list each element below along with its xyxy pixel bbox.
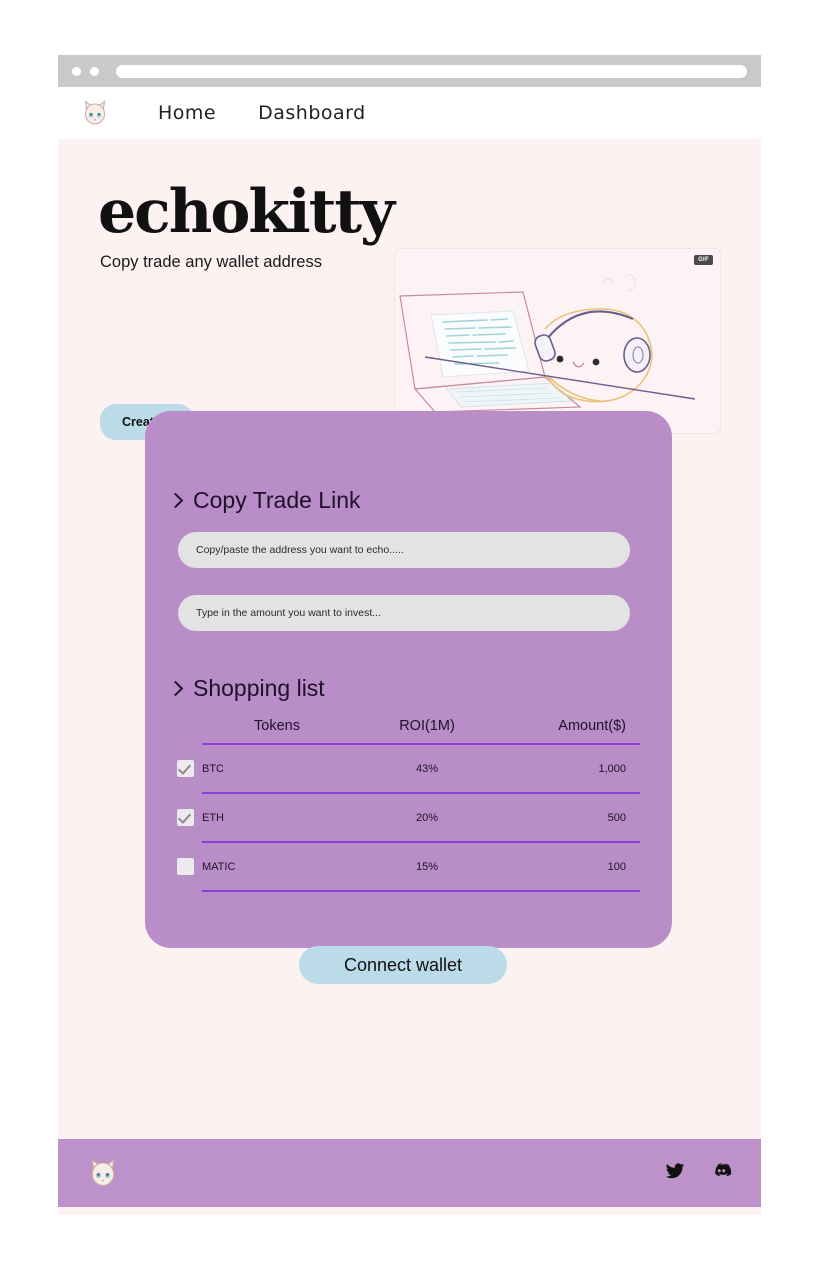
shopping-list-heading: Shopping list <box>193 675 325 701</box>
table-header-row: Tokens ROI(1M) Amount($) <box>168 718 640 745</box>
nav-links: Home Dashboard <box>158 102 366 124</box>
url-bar[interactable] <box>116 64 747 78</box>
page-body: echokitty Copy trade any wallet address … <box>58 139 761 1215</box>
token-name-matic: MATIC <box>202 842 352 892</box>
hero-tagline: Copy trade any wallet address <box>100 253 322 271</box>
window-dot-icon[interactable] <box>72 66 81 76</box>
page-title: echokitty <box>98 177 395 247</box>
table-header-tokens: Tokens <box>202 718 352 745</box>
token-roi-btc: 43% <box>352 744 502 794</box>
token-checkbox-btc[interactable] <box>176 760 194 777</box>
table-header-roi: ROI(1M) <box>352 718 502 745</box>
footer-socials <box>664 1161 733 1186</box>
table-row: MATIC 15% 100 <box>168 842 640 892</box>
cat-laptop-illustration-icon <box>399 274 696 413</box>
table-header-checkbox <box>168 718 202 744</box>
connect-wallet-button[interactable]: Connect wallet <box>299 946 507 984</box>
chevron-right-icon <box>167 492 184 509</box>
token-roi-eth: 20% <box>352 793 502 843</box>
browser-window: Home Dashboard echokitty Copy trade any … <box>58 55 761 1215</box>
nav-link-dashboard[interactable]: Dashboard <box>258 102 366 124</box>
chevron-right-icon <box>167 680 184 697</box>
browser-chrome <box>58 55 761 87</box>
token-name-btc: BTC <box>202 744 352 794</box>
echokitty-cat-logo-icon[interactable] <box>86 1156 120 1190</box>
token-amount-matic: 100 <box>502 842 640 892</box>
twitter-icon[interactable] <box>664 1161 686 1186</box>
token-name-eth: ETH <box>202 793 352 843</box>
token-roi-matic: 15% <box>352 842 502 892</box>
copy-trade-card: Copy Trade Link Shopping list Tokens ROI… <box>145 411 672 984</box>
wallet-address-input[interactable] <box>178 532 630 568</box>
top-navbar: Home Dashboard <box>58 87 761 139</box>
hero-illustration: GIF <box>394 248 721 434</box>
token-table: Tokens ROI(1M) Amount($) BTC 43% 1,000 E… <box>168 718 640 892</box>
shopping-list-section-header[interactable]: Shopping list <box>167 675 325 702</box>
copy-trade-section-header[interactable]: Copy Trade Link <box>167 487 361 514</box>
table-row: ETH 20% 500 <box>168 793 640 843</box>
invest-amount-input[interactable] <box>178 595 630 631</box>
footer <box>58 1139 761 1207</box>
token-checkbox-eth[interactable] <box>176 809 194 826</box>
echokitty-cat-logo-icon[interactable] <box>80 98 110 128</box>
window-dot-icon[interactable] <box>90 66 99 76</box>
app-root: Home Dashboard echokitty Copy trade any … <box>0 0 821 1280</box>
token-checkbox-matic[interactable] <box>176 858 194 875</box>
token-amount-btc: 1,000 <box>502 744 640 794</box>
table-header-amount: Amount($) <box>502 718 640 745</box>
copy-trade-heading: Copy Trade Link <box>193 487 361 513</box>
token-amount-eth: 500 <box>502 793 640 843</box>
table-row: BTC 43% 1,000 <box>168 744 640 794</box>
nav-link-home[interactable]: Home <box>158 102 216 124</box>
gif-badge: GIF <box>694 255 713 265</box>
discord-icon[interactable] <box>710 1161 733 1186</box>
